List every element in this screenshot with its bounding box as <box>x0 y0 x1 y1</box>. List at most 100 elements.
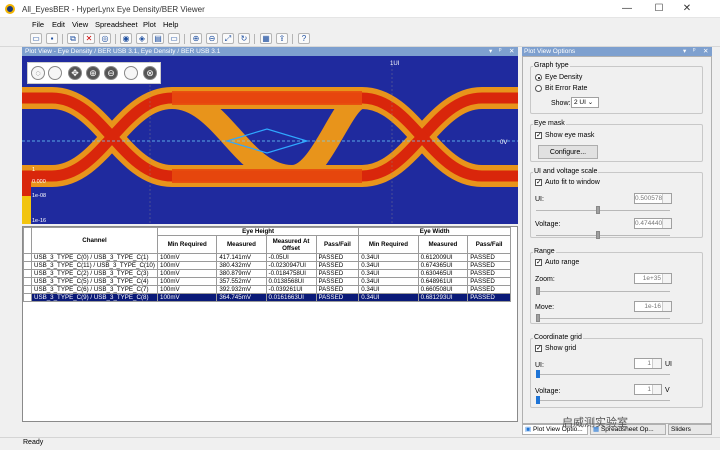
table-cell[interactable]: 380.432mV <box>216 261 267 270</box>
grid-voltage-spinbox[interactable]: 1 <box>634 384 662 395</box>
eye-settings-icon[interactable]: ◈ <box>136 33 148 44</box>
zoom-out-icon[interactable]: ⊖ <box>206 33 218 44</box>
table-row[interactable]: USB_3_TYPE_C(11) / USB_3_TYPE_C(10) 100mV… <box>23 261 511 270</box>
menu-file[interactable]: File <box>32 20 44 29</box>
table-cell[interactable]: PASSED <box>467 253 511 262</box>
table-cell[interactable]: PASSED <box>315 253 360 262</box>
zoom-icon[interactable]: ⊕ <box>190 33 202 44</box>
plot-close-icon[interactable]: ✕ <box>509 47 514 55</box>
close-button[interactable]: ✕ <box>680 3 694 15</box>
eye-density-radio[interactable] <box>535 74 542 81</box>
table-cell[interactable]: 392.932mV <box>216 285 267 294</box>
scale-ui-spinbox[interactable]: 0.500578 <box>634 193 672 204</box>
col-measured[interactable]: Measured <box>216 235 267 254</box>
table-cell[interactable]: 100mV <box>156 253 218 262</box>
table-cell[interactable]: 0.34UI <box>358 261 419 270</box>
scale-voltage-slider-thumb[interactable] <box>596 231 600 239</box>
table-cell[interactable]: PASSED <box>315 261 360 270</box>
table-cell[interactable]: USB_3_TYPE_C(6) / USB_3_TYPE_C(7) <box>31 285 158 294</box>
zoom-spinbox[interactable]: 1e+35 <box>634 273 672 284</box>
row-header[interactable] <box>23 261 32 270</box>
menu-plot[interactable]: Plot <box>143 20 156 29</box>
show-grid-checkbox[interactable]: ✓ <box>535 345 542 352</box>
table-cell[interactable]: 417.141mV <box>216 253 267 262</box>
options-pin-icon[interactable]: ᵖ <box>693 47 695 54</box>
table-cell[interactable]: 0.612009UI <box>417 253 469 262</box>
options-dropdown-icon[interactable]: ▾ <box>683 47 686 55</box>
blank-control-icon[interactable] <box>48 66 62 80</box>
table-cell[interactable]: 0.630465UI <box>417 269 469 278</box>
export-icon[interactable]: ⇪ <box>276 33 288 44</box>
table-cell[interactable]: 0.660508UI <box>417 285 469 294</box>
table-cell[interactable]: 357.552mV <box>216 277 267 286</box>
table-cell[interactable]: USB_3_TYPE_C(5) / USB_3_TYPE_C(4) <box>31 277 158 286</box>
table-cell[interactable]: USB_3_TYPE_C(2) / USB_3_TYPE_C(3) <box>31 269 158 278</box>
table-cell[interactable]: USB_3_TYPE_C(9) / USB_3_TYPE_C(8) <box>31 293 158 302</box>
table-icon[interactable]: ▦ <box>260 33 272 44</box>
table-cell[interactable]: 0.0161663UI <box>265 293 317 302</box>
table-cell[interactable]: 0.34UI <box>358 285 419 294</box>
open-icon[interactable]: ▭ <box>30 33 42 44</box>
bit-error-rate-radio[interactable] <box>535 85 542 92</box>
row-header[interactable] <box>23 293 32 302</box>
col-measured-width[interactable]: Measured <box>417 235 469 254</box>
zoom-in-icon[interactable]: ⊕ <box>86 66 100 80</box>
chart-icon[interactable]: ▤ <box>152 33 164 44</box>
menu-view[interactable]: View <box>72 20 88 29</box>
table-cell[interactable]: PASSED <box>467 261 511 270</box>
table-cell[interactable]: PASSED <box>315 269 360 278</box>
table-row[interactable]: USB_3_TYPE_C(6) / USB_3_TYPE_C(7) 100mV 39… <box>23 285 511 294</box>
grid-voltage-slider-thumb[interactable] <box>536 396 540 404</box>
zoom-fit-icon[interactable]: ✥ <box>68 66 82 80</box>
table-cell[interactable]: PASSED <box>315 285 360 294</box>
options-close-icon[interactable]: ✕ <box>703 47 708 55</box>
row-header[interactable] <box>23 277 32 286</box>
binoculars-icon[interactable]: ◎ <box>99 33 111 44</box>
zoom-slider-thumb[interactable] <box>536 287 540 295</box>
row-header[interactable] <box>23 253 32 262</box>
table-cell[interactable]: 364.745mV <box>216 293 267 302</box>
table-row[interactable]: USB_3_TYPE_C(9) / USB_3_TYPE_C(8) 100mV 36… <box>23 293 511 302</box>
grid-ui-spinbox[interactable]: 1 <box>634 358 662 369</box>
help-icon[interactable]: ? <box>298 33 310 44</box>
table-row[interactable]: USB_3_TYPE_C(0) / USB_3_TYPE_C(1) 100mV 41… <box>23 253 511 262</box>
menu-help[interactable]: Help <box>163 20 178 29</box>
zoom-out-icon[interactable]: ⊖ <box>104 66 118 80</box>
col-pass-fail-width[interactable]: Pass/Fail <box>467 235 511 254</box>
table-cell[interactable]: 0.0138568UI <box>265 277 317 286</box>
move-spinbox[interactable]: 1e-16 <box>634 301 672 312</box>
table-cell[interactable]: PASSED <box>315 277 360 286</box>
table-cell[interactable]: 0.34UI <box>358 269 419 278</box>
grid-ui-slider-thumb[interactable] <box>536 370 540 378</box>
menu-edit[interactable]: Edit <box>52 20 65 29</box>
menu-spreadsheet[interactable]: Spreadsheet <box>95 20 138 29</box>
table-cell[interactable]: -0.0230947UI <box>265 261 317 270</box>
table-row[interactable]: USB_3_TYPE_C(5) / USB_3_TYPE_C(4) 100mV 35… <box>23 277 511 286</box>
table-cell[interactable]: -0.0184758UI <box>265 269 317 278</box>
auto-fit-checkbox[interactable]: ✓ <box>535 179 542 186</box>
delete-icon[interactable]: ✕ <box>83 33 95 44</box>
table-cell[interactable]: USB_3_TYPE_C(11) / USB_3_TYPE_C(10) <box>31 261 158 270</box>
scale-ui-slider-thumb[interactable] <box>596 206 600 214</box>
table-row[interactable]: USB_3_TYPE_C(2) / USB_3_TYPE_C(3) 100mV 38… <box>23 269 511 278</box>
eye-height-header[interactable]: Eye Height <box>156 227 360 236</box>
pan-icon[interactable]: ◌ <box>31 66 45 80</box>
table-cell[interactable]: 100mV <box>156 269 218 278</box>
table-cell[interactable]: 0.34UI <box>358 293 419 302</box>
reset-view-icon[interactable]: ⊗ <box>143 66 157 80</box>
plot-pin-icon[interactable]: ᵖ <box>499 47 501 54</box>
col-min-required[interactable]: Min Required <box>156 235 218 254</box>
table-cell[interactable]: PASSED <box>315 293 360 302</box>
table-cell[interactable]: -0.05UI <box>265 253 317 262</box>
plot-dropdown-icon[interactable]: ▾ <box>489 47 492 55</box>
table-cell[interactable]: 100mV <box>156 285 218 294</box>
col-pass-fail[interactable]: Pass/Fail <box>315 235 360 254</box>
col-measured-offset[interactable]: Measured At Offset <box>265 235 317 254</box>
table-cell[interactable]: PASSED <box>467 293 511 302</box>
table-cell[interactable]: -0.039261UI <box>265 285 317 294</box>
table-cell[interactable]: 0.34UI <box>358 277 419 286</box>
table-cell[interactable]: PASSED <box>467 285 511 294</box>
table-cell[interactable]: USB_3_TYPE_C(0) / USB_3_TYPE_C(1) <box>31 253 158 262</box>
table-cell[interactable]: 0.34UI <box>358 253 419 262</box>
table-cell[interactable]: 100mV <box>156 277 218 286</box>
